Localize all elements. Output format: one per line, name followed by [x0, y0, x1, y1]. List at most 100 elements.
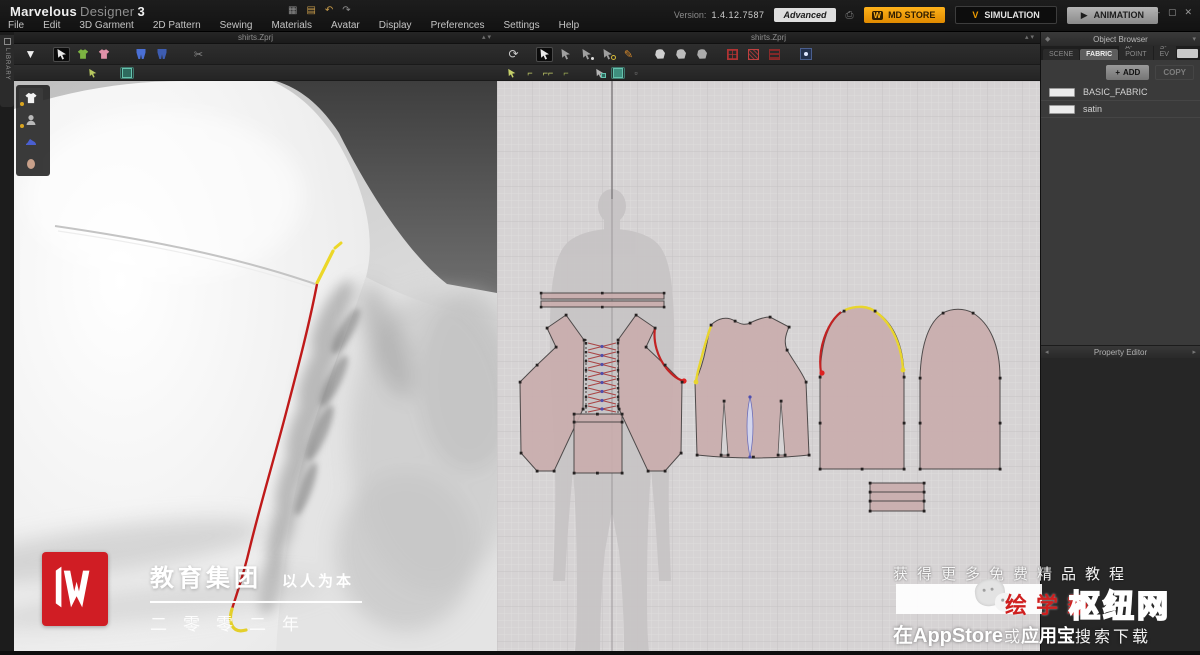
viewport-3d-tab-carets[interactable]: ▴▾: [482, 33, 493, 41]
toolbar-2d-sewing: ⌐ ⌐⌐ ⌐ ▫: [497, 65, 1040, 81]
fabric-filter-box[interactable]: [1176, 48, 1198, 58]
edit-point-tool-button[interactable]: [578, 47, 595, 62]
dart-tool-button[interactable]: [797, 47, 814, 62]
fabric-list-item[interactable]: satin: [1041, 101, 1200, 118]
edit-pattern-tool-button[interactable]: [557, 47, 574, 62]
w-book-logo-icon: [55, 566, 90, 608]
yingyongbao-text: 应用宝: [1021, 626, 1076, 646]
menu-file[interactable]: File: [8, 20, 24, 31]
menu-help[interactable]: Help: [559, 20, 580, 31]
free-sewing-tool-button[interactable]: ⌐: [523, 67, 537, 79]
pattern-piece-back-skirt[interactable]: [573, 413, 623, 474]
show-garment-pink-button[interactable]: [95, 47, 112, 62]
blue-dot-icon: [799, 48, 812, 60]
md-store-logo-icon: W: [871, 10, 884, 20]
caret-down-icon: ▾: [1192, 36, 1196, 43]
edit-texture-tool-button[interactable]: [611, 66, 625, 79]
simulation-logo-icon: V: [972, 10, 979, 20]
watermark-brand: 教育集团: [150, 565, 262, 592]
show-avatar-pants-button[interactable]: [132, 47, 149, 62]
display-mode-icon[interactable]: ⎙: [846, 10, 854, 21]
maximize-button[interactable]: ▢: [1168, 7, 1177, 18]
pattern-piece-cuff[interactable]: [869, 482, 925, 512]
segment-sewing-tool-button[interactable]: [505, 67, 519, 79]
sync-2d-3d-button[interactable]: ⟳: [505, 47, 522, 62]
redo-icon[interactable]: ↷: [342, 5, 350, 16]
marvelous-designer-window: Marvelous Designer 3 ▦ ▤ ↶ ↷ File Edit 3D …: [0, 0, 1200, 655]
animation-button[interactable]: ▶ ANIMATION: [1066, 6, 1158, 24]
simulation-button[interactable]: V SIMULATION: [955, 6, 1057, 24]
pin-tool-button[interactable]: [86, 67, 100, 79]
menu-edit[interactable]: Edit: [43, 20, 60, 31]
library-tab[interactable]: LIBRARY: [0, 35, 14, 107]
brand-word: Marvelous: [10, 4, 78, 19]
menu-display[interactable]: Display: [379, 20, 412, 31]
internal-polygon-tool-button[interactable]: [745, 47, 762, 62]
fabric-view-toggle-button[interactable]: [120, 66, 134, 79]
md-store-button[interactable]: W MD STORE: [863, 7, 946, 23]
folder-icon[interactable]: ▤: [306, 5, 315, 16]
red-grid-diagonal-icon: [748, 48, 759, 60]
pattern-2d-tab-title[interactable]: shirts.Zprj: [497, 33, 1040, 42]
menu-2d-pattern[interactable]: 2D Pattern: [153, 20, 201, 31]
internal-circle-tool-button[interactable]: [766, 47, 783, 62]
library-item-garment[interactable]: [19, 88, 43, 107]
menu-settings[interactable]: Settings: [503, 20, 539, 31]
library-item-shoe[interactable]: [19, 132, 43, 151]
library-item-avatar[interactable]: [19, 110, 43, 129]
object-browser-title: Object Browser: [1093, 34, 1148, 44]
object-browser-tabs: SCENE FABRIC A-POINT S-EV: [1041, 42, 1200, 60]
show-garment-green-button[interactable]: [74, 47, 91, 62]
select-tool-3d-button[interactable]: [53, 46, 70, 62]
mn-free-sewing-button[interactable]: ⌐: [559, 67, 573, 79]
object-browser-header[interactable]: ◆ Object Browser ▾: [1041, 32, 1200, 46]
gizmo-dropdown-button[interactable]: ▼: [22, 47, 39, 62]
select-texture-tool-button[interactable]: [593, 67, 607, 79]
favorite-dot-icon: [20, 102, 24, 106]
show-avatar-pants-alt-button[interactable]: [153, 47, 170, 62]
library-icon: [3, 38, 11, 45]
library-item-head[interactable]: [19, 154, 43, 173]
grid-icon[interactable]: ▦: [288, 5, 297, 16]
pattern-piece-sleeve-right[interactable]: [919, 308, 1001, 470]
appstore-text: 在AppStore: [893, 625, 1003, 647]
edit-curve-tool-button[interactable]: [599, 47, 616, 62]
quick-access-icons: ▦ ▤ ↶ ↷: [288, 5, 351, 16]
window-controls: – ▢ ✕: [1155, 7, 1192, 18]
watermark-logo: [42, 552, 108, 626]
circle-pattern-tool-button[interactable]: [693, 47, 710, 62]
fabric-list-item[interactable]: BASIC_FABRIC: [1041, 84, 1200, 101]
add-point-pen-tool-button[interactable]: ✎: [620, 47, 637, 62]
transform-pattern-tool-button[interactable]: [536, 46, 553, 62]
menu-materials[interactable]: Materials: [271, 20, 312, 31]
app-title: Marvelous Designer 3: [10, 4, 145, 19]
teal-square-icon: [613, 67, 623, 78]
property-editor-header[interactable]: ◂ Property Editor ▸: [1041, 345, 1200, 358]
copy-fabric-button[interactable]: COPY: [1155, 65, 1194, 80]
tab-fabric[interactable]: FABRIC: [1080, 49, 1119, 60]
menu-3d-garment[interactable]: 3D Garment: [79, 20, 133, 31]
pattern-2d-tabbar: shirts.Zprj ▴▾: [497, 32, 1040, 44]
polygon-pattern-tool-button[interactable]: [651, 47, 668, 62]
tab-scene[interactable]: SCENE: [1043, 49, 1080, 60]
scissors-tool-icon[interactable]: ✂: [190, 47, 207, 62]
texture-sub-tool-button[interactable]: ▫: [629, 67, 643, 79]
arrow-left-icon: ◂: [1045, 349, 1049, 356]
mn-segment-sewing-button[interactable]: ⌐⌐: [541, 67, 555, 79]
watermark-slogan: 以人为本: [282, 573, 355, 590]
menu-sewing[interactable]: Sewing: [220, 20, 253, 31]
menu-preferences[interactable]: Preferences: [431, 20, 485, 31]
close-button[interactable]: ✕: [1184, 7, 1192, 18]
rectangle-pattern-tool-button[interactable]: [672, 47, 689, 62]
menu-avatar[interactable]: Avatar: [331, 20, 360, 31]
arrow-right-icon: ▸: [1192, 349, 1196, 356]
product-word: Designer: [80, 4, 135, 19]
add-fabric-button[interactable]: + ADD: [1106, 65, 1150, 80]
pattern-2d-tab-carets[interactable]: ▴▾: [1025, 33, 1036, 41]
viewport-3d-tab-title[interactable]: shirts.Zprj: [14, 33, 497, 42]
watermark-download-line: 在AppStore或应用宝搜索下载: [893, 625, 1152, 647]
internal-rectangle-tool-button[interactable]: [724, 47, 741, 62]
undo-icon[interactable]: ↶: [325, 5, 333, 16]
library-tab-label: LIBRARY: [4, 48, 10, 81]
minimize-button[interactable]: –: [1155, 7, 1160, 18]
